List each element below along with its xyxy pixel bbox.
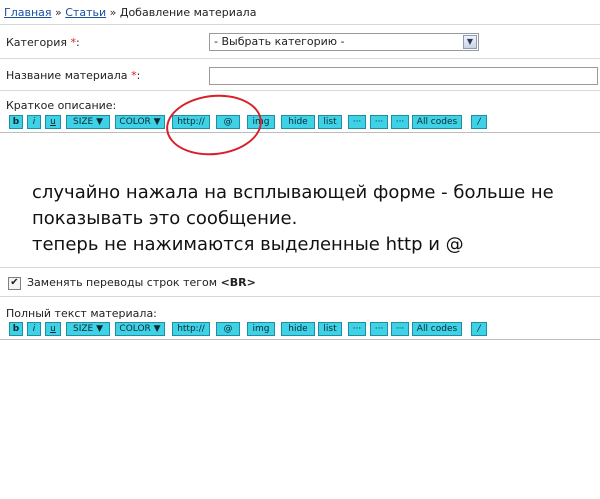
- bold-button[interactable]: b: [9, 115, 23, 129]
- all-codes-button[interactable]: All codes: [412, 115, 462, 129]
- all-codes-button[interactable]: All codes: [412, 322, 462, 336]
- more-button[interactable]: ···: [370, 322, 388, 336]
- title-input[interactable]: [209, 67, 598, 85]
- color-button[interactable]: COLOR ▼: [115, 115, 165, 129]
- annotation-line: показывать это сообщение.: [32, 208, 298, 229]
- annotation-text: случайно нажала на всплывающей форме - б…: [32, 180, 554, 258]
- short-description-toolbar: b i u SIZE ▼ COLOR ▼ http:// @ img hide …: [0, 115, 600, 129]
- more-button[interactable]: ···: [391, 322, 409, 336]
- divider: [0, 58, 600, 59]
- more-button[interactable]: ···: [348, 115, 366, 129]
- annotation-line: теперь не нажимаются выделенные http и @: [32, 234, 464, 255]
- linebreaks-label: Заменять переводы строк тегом <BR>: [27, 276, 256, 289]
- divider: [0, 267, 600, 268]
- size-button[interactable]: SIZE ▼: [66, 322, 110, 336]
- chevron-down-icon[interactable]: ▼: [463, 35, 477, 49]
- linebreaks-checkbox[interactable]: ✔: [8, 277, 21, 290]
- hide-button[interactable]: hide: [281, 322, 315, 336]
- close-tags-button[interactable]: /: [471, 115, 487, 129]
- image-button[interactable]: img: [247, 322, 275, 336]
- size-button[interactable]: SIZE ▼: [66, 115, 110, 129]
- divider: [0, 24, 600, 25]
- category-select-value: - Выбрать категорию -: [214, 35, 345, 48]
- full-text-label: Полный текст материала:: [6, 307, 157, 320]
- breadcrumb-separator: »: [109, 6, 117, 19]
- underline-button[interactable]: u: [45, 115, 61, 129]
- close-tags-button[interactable]: /: [471, 322, 487, 336]
- italic-button[interactable]: i: [27, 115, 41, 129]
- more-button[interactable]: ···: [370, 115, 388, 129]
- annotation-line: случайно нажала на всплывающей форме - б…: [32, 182, 554, 203]
- breadcrumb-articles-link[interactable]: Статьи: [65, 6, 106, 19]
- list-button[interactable]: list: [318, 322, 342, 336]
- divider: [0, 296, 600, 297]
- image-button[interactable]: img: [247, 115, 275, 129]
- category-select[interactable]: - Выбрать категорию - ▼: [209, 33, 479, 51]
- short-description-label: Краткое описание:: [6, 99, 117, 112]
- more-button[interactable]: ···: [348, 322, 366, 336]
- underline-button[interactable]: u: [45, 322, 61, 336]
- more-button[interactable]: ···: [391, 115, 409, 129]
- list-button[interactable]: list: [318, 115, 342, 129]
- http-link-button[interactable]: http://: [172, 322, 210, 336]
- email-button[interactable]: @: [216, 322, 240, 336]
- breadcrumb-current: Добавление материала: [119, 6, 257, 19]
- title-label: Название материала *:: [6, 69, 141, 82]
- breadcrumb-separator: »: [55, 6, 62, 19]
- breadcrumb-home-link[interactable]: Главная: [4, 6, 52, 19]
- full-text-toolbar: b i u SIZE ▼ COLOR ▼ http:// @ img hide …: [0, 322, 600, 336]
- email-button[interactable]: @: [216, 115, 240, 129]
- category-label: Категория *:: [6, 36, 80, 49]
- hide-button[interactable]: hide: [281, 115, 315, 129]
- bold-button[interactable]: b: [9, 322, 23, 336]
- divider: [0, 90, 600, 91]
- italic-button[interactable]: i: [27, 322, 41, 336]
- http-link-button[interactable]: http://: [172, 115, 210, 129]
- color-button[interactable]: COLOR ▼: [115, 322, 165, 336]
- breadcrumb: Главная » Статьи » Добавление материала: [4, 6, 256, 19]
- full-text-textarea[interactable]: [0, 339, 600, 499]
